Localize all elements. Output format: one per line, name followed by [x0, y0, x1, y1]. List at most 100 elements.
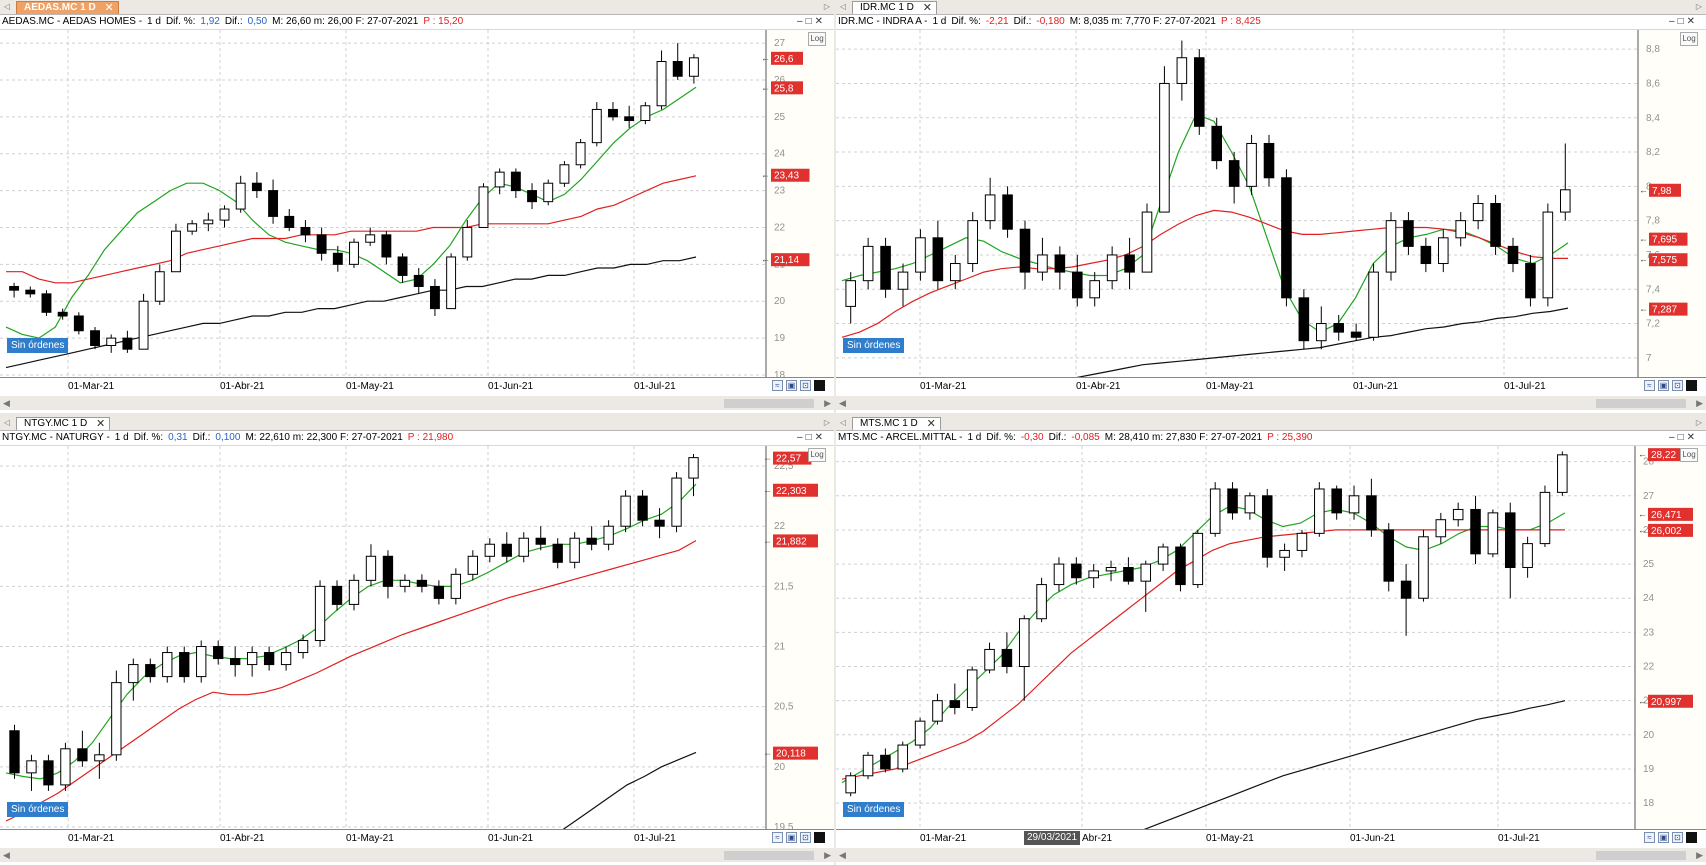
window-controls[interactable]: –□✕	[784, 15, 826, 29]
window-controls[interactable]: –□✕	[784, 431, 826, 445]
candle-body	[263, 652, 275, 666]
horizontal-scrollbar[interactable]: ◀ ▶	[0, 396, 834, 410]
save-icon[interactable]: ▣	[786, 832, 797, 843]
candle-body	[688, 457, 699, 479]
header-dif: -0,180	[1036, 16, 1065, 27]
scroll-left-icon[interactable]: ◀	[839, 848, 846, 862]
crosshair-icon[interactable]: ⊡	[1672, 832, 1683, 843]
chart-tools[interactable]: ≈ ▣ ⊡	[1644, 832, 1702, 846]
scroll-left-icon[interactable]: ◀	[3, 848, 10, 862]
log-scale-button[interactable]: Log	[808, 32, 826, 46]
candle-body	[1071, 271, 1083, 299]
horizontal-scrollbar[interactable]: ◀ ▶	[0, 848, 834, 862]
candle-body	[43, 760, 54, 786]
close-icon[interactable]: ✕	[927, 418, 936, 430]
price-chart[interactable]: 2827262524232221201918←28,22←26,471←26,0…	[836, 446, 1706, 829]
draw-tool-icon[interactable]: ≈	[1644, 380, 1655, 391]
candle	[1298, 289, 1310, 350]
scroll-left-icon[interactable]: ◀	[839, 396, 846, 410]
candle-body	[518, 537, 529, 557]
tab-scroll-left-icon[interactable]: ◁	[838, 0, 848, 14]
candle	[862, 751, 874, 780]
tab-scroll-right-icon[interactable]: ▷	[822, 0, 832, 14]
candle-body	[1141, 211, 1153, 273]
candle	[1018, 615, 1030, 701]
close-icon[interactable]: ✕	[923, 2, 932, 14]
candle	[251, 172, 262, 198]
candle	[688, 54, 699, 84]
tab-scroll-left-icon[interactable]: ◁	[2, 416, 12, 430]
log-scale-button[interactable]: Log	[808, 448, 826, 462]
price-chart[interactable]: 27262524232221201918←26,6←25,8←23,43←21,…	[0, 30, 834, 377]
candle-body	[637, 495, 648, 521]
price-tag-arrow-icon: ←	[1638, 696, 1647, 706]
header-high-low-date: M: 22,610 m: 22,300 F: 27-07-2021	[245, 432, 403, 443]
log-scale-button[interactable]: Log	[1680, 448, 1698, 462]
candle-body	[1192, 532, 1204, 586]
tab-scroll-left-icon[interactable]: ◁	[2, 0, 12, 14]
candle-body	[569, 537, 580, 563]
save-icon[interactable]: ▣	[786, 380, 797, 391]
tab-scroll-left-icon[interactable]: ◁	[838, 416, 848, 430]
scroll-right-icon[interactable]: ▶	[824, 396, 831, 410]
chart-tab[interactable]: NTGY.MC 1 D ✕	[16, 417, 111, 430]
chart-tools[interactable]: ≈ ▣ ⊡	[1644, 380, 1702, 394]
candle-body	[620, 495, 631, 527]
crosshair-icon[interactable]: ⊡	[800, 380, 811, 391]
chart-tools[interactable]: ≈ ▣ ⊡	[772, 832, 830, 846]
chart-tools[interactable]: ≈ ▣ ⊡	[772, 380, 830, 394]
chart-tab[interactable]: IDR.MC 1 D ✕	[852, 1, 937, 14]
candle-body	[77, 748, 88, 762]
candle	[467, 550, 478, 581]
candle	[1159, 66, 1170, 213]
scroll-right-icon[interactable]: ▶	[824, 848, 831, 862]
draw-tool-icon[interactable]: ≈	[1644, 832, 1655, 843]
save-icon[interactable]: ▣	[1658, 380, 1669, 391]
candle	[1487, 509, 1499, 558]
cursor-date-label: 29/03/2021	[1024, 831, 1081, 845]
draw-tool-icon[interactable]: ≈	[772, 832, 783, 843]
tab-strip: ◁ ▷ NTGY.MC 1 D ✕	[0, 416, 834, 431]
horizontal-scrollbar[interactable]: ◀ ▶	[836, 848, 1706, 862]
scroll-thumb[interactable]	[724, 399, 814, 408]
candle-body	[552, 543, 563, 563]
tab-scroll-right-icon[interactable]: ▷	[1694, 416, 1704, 430]
log-scale-button[interactable]: Log	[1680, 32, 1698, 46]
color-icon[interactable]	[1686, 380, 1697, 391]
window-controls[interactable]: –□✕	[1656, 431, 1698, 445]
price-chart[interactable]: 8,88,68,48,287,87,67,47,27←7,98←7,695←7,…	[836, 30, 1706, 377]
color-icon[interactable]	[814, 380, 825, 391]
draw-tool-icon[interactable]: ≈	[772, 380, 783, 391]
chart-tab[interactable]: AEDAS.MC 1 D ✕	[16, 1, 119, 14]
color-icon[interactable]	[1686, 832, 1697, 843]
candle-body	[1522, 543, 1533, 569]
scroll-thumb[interactable]	[1596, 399, 1686, 408]
scroll-right-icon[interactable]: ▶	[1696, 396, 1703, 410]
close-icon[interactable]: ✕	[96, 418, 105, 430]
price-chart[interactable]: 22,52221,52120,52019,5←22,57←22,303←21,8…	[0, 446, 834, 829]
candle	[154, 264, 165, 305]
scroll-thumb[interactable]	[1596, 851, 1686, 860]
candle	[26, 754, 37, 791]
candle-body	[1472, 203, 1484, 222]
crosshair-icon[interactable]: ⊡	[1672, 380, 1683, 391]
candle-body	[1244, 495, 1256, 514]
tab-scroll-right-icon[interactable]: ▷	[822, 416, 832, 430]
scroll-thumb[interactable]	[724, 851, 814, 860]
scroll-right-icon[interactable]: ▶	[1696, 848, 1703, 862]
candle	[179, 646, 190, 683]
candle-body	[348, 579, 360, 605]
candle-body	[1348, 495, 1360, 514]
chart-tab[interactable]: MTS.MC 1 D ✕	[852, 417, 941, 430]
header-high-low-date: M: 8,035 m: 7,770 F: 27-07-2021	[1069, 16, 1216, 27]
horizontal-scrollbar[interactable]: ◀ ▶	[836, 396, 1706, 410]
scroll-left-icon[interactable]: ◀	[3, 396, 10, 410]
crosshair-icon[interactable]: ⊡	[800, 832, 811, 843]
color-icon[interactable]	[814, 832, 825, 843]
close-icon[interactable]: ✕	[104, 2, 113, 14]
tab-scroll-right-icon[interactable]: ▷	[1694, 0, 1704, 14]
candle	[128, 658, 139, 701]
window-controls[interactable]: –□✕	[1656, 15, 1698, 29]
save-icon[interactable]: ▣	[1658, 832, 1669, 843]
candle	[331, 580, 343, 611]
